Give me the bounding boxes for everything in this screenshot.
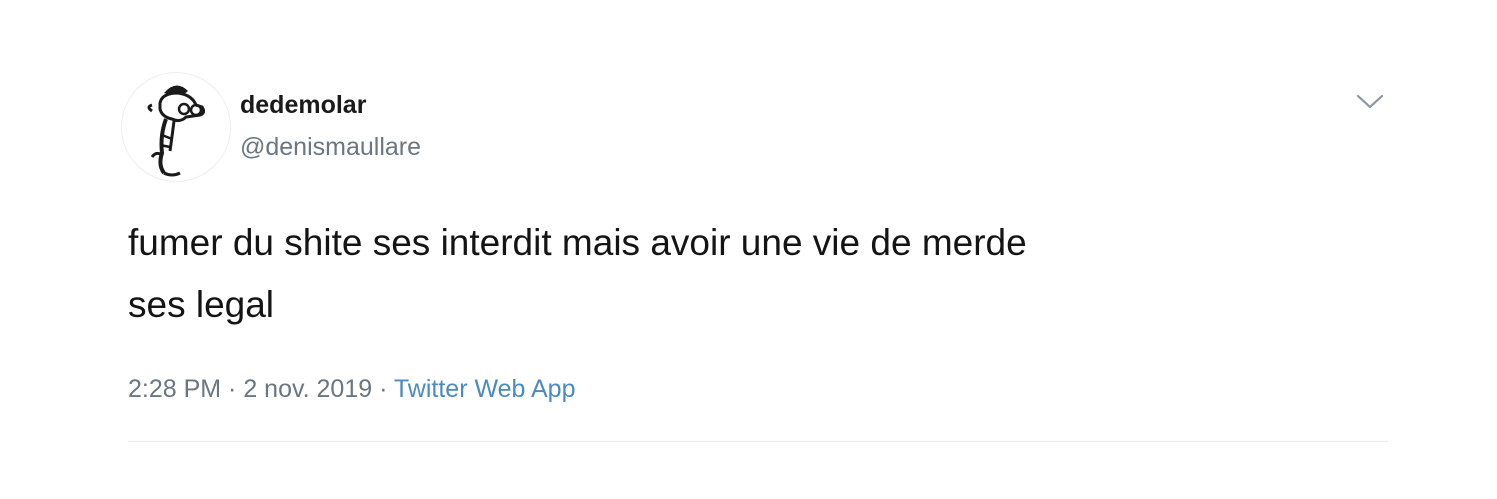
tweet-text: fumer du shite ses interdit mais avoir u… [128,212,1388,336]
tweet-time[interactable]: 2:28 PM [128,375,221,403]
tweet-options-button[interactable] [1352,86,1388,116]
tweet-text-line: ses legal [128,284,275,325]
meta-separator: · [221,375,244,403]
meta-separator: · [372,375,394,403]
display-name[interactable]: dedemolar [240,90,366,120]
tweet-text-line: fumer du shite ses interdit mais avoir u… [128,222,1027,263]
tweet-source-link[interactable]: Twitter Web App [394,375,576,403]
divider [128,441,1388,442]
user-handle[interactable]: @denismaullare [240,132,421,162]
tweet-meta: 2:28 PM · 2 nov. 2019 · Twitter Web App [128,373,575,405]
cartoon-character-avatar-icon [147,85,206,177]
avatar[interactable] [122,73,230,181]
tweet-card: dedemolar @denismaullare fumer du shite … [0,0,1497,499]
chevron-down-icon [1356,94,1384,109]
tweet-date[interactable]: 2 nov. 2019 [243,375,372,403]
